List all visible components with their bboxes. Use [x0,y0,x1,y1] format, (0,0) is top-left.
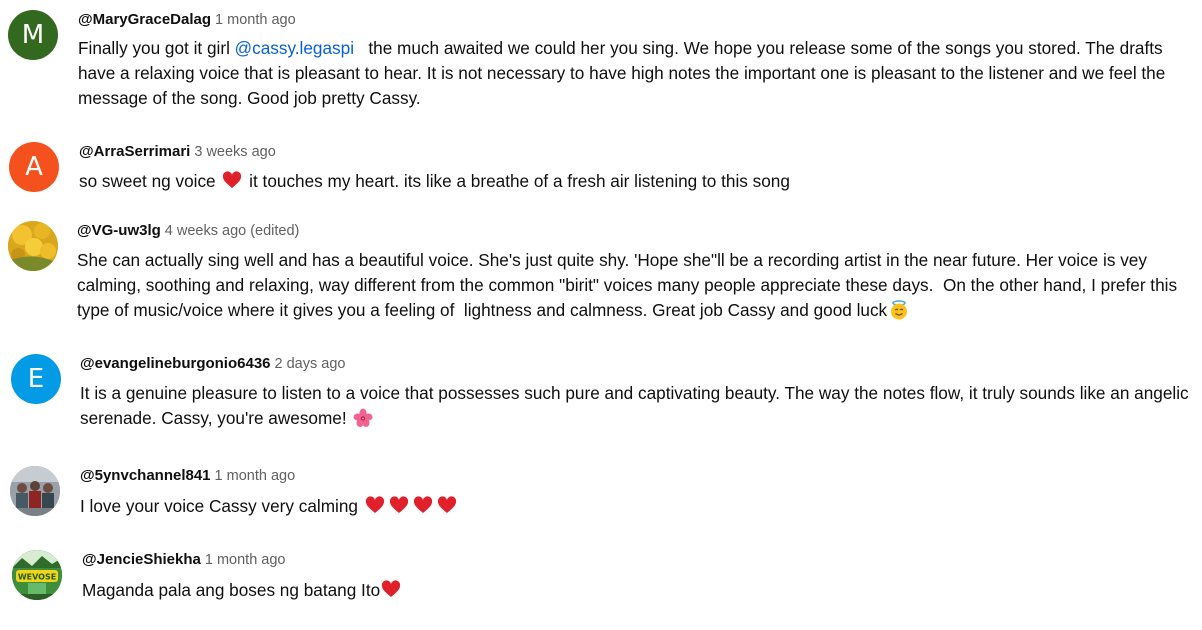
comment-timestamp[interactable]: 1 month ago [215,468,296,484]
comment-header: @evangelineburgonio6436 2 days ago [80,354,345,374]
channel-logo-avatar-icon[interactable]: WEVOSE [12,550,62,600]
comment-text-part: Maganda pala ang boses ng batang Ito [82,580,381,600]
avatar-letter: A [25,152,43,182]
author-name[interactable]: @JencieShiekha [82,551,201,568]
comment-text-part: I love your voice Cassy very calming [80,496,363,516]
comment-text-part: It is a genuine pleasure to listen to a … [80,383,1194,428]
author-name[interactable]: @5ynvchannel841 [80,467,211,484]
avatar-letter: E [27,364,45,394]
red-heart-icon [413,496,433,516]
author-name[interactable]: @evangelineburgonio6436 [80,355,271,372]
comment-header: @JencieShiekha 1 month ago [82,550,285,570]
author-name[interactable]: @ArraSerrimari [79,143,190,160]
avatar[interactable]: M [8,10,58,60]
red-heart-icon [381,580,401,600]
edited-label: (edited) [250,223,300,239]
comment-text-part: so sweet ng voice [79,171,221,191]
comment-text: Maganda pala ang boses ng batang Ito [82,578,1192,603]
comment-text-part: Finally you got it girl [78,38,235,58]
comment-header: @MaryGraceDalag 1 month ago [78,10,296,30]
author-name[interactable]: @VG-uw3lg [77,222,161,239]
red-heart-icon [365,496,385,516]
red-heart-icon [437,496,457,516]
comment-header: @ArraSerrimari 3 weeks ago [79,142,276,162]
comment-text: I love your voice Cassy very calming [80,494,1195,519]
mention-link[interactable]: @cassy.legaspi [235,38,354,58]
comment-header: @VG-uw3lg 4 weeks ago (edited) [77,221,299,241]
red-heart-icon [222,171,242,191]
group-photo-avatar-icon[interactable] [10,466,60,516]
author-name[interactable]: @MaryGraceDalag [78,11,211,28]
comment-text-part: it touches my heart. its like a breathe … [244,171,790,191]
hibiscus-icon [353,408,373,428]
avatar[interactable]: A [9,142,59,192]
comment-timestamp[interactable]: 4 weeks ago [165,223,246,239]
comment-timestamp[interactable]: 3 weeks ago [194,144,275,160]
avatar[interactable]: E [11,354,61,404]
avatar-letter: M [21,20,45,50]
smiling-face-with-halo-icon [889,300,909,320]
tulips-avatar-icon[interactable] [8,221,58,271]
comment-timestamp[interactable]: 2 days ago [275,356,346,372]
comment-timestamp[interactable]: 1 month ago [205,552,286,568]
comment-text: It is a genuine pleasure to listen to a … [80,381,1195,431]
red-heart-icon [389,496,409,516]
comment-header: @5ynvchannel841 1 month ago [80,466,295,486]
comment-text: so sweet ng voice it touches my heart. i… [79,169,1194,194]
comment-text-part: She can actually sing well and has a bea… [77,250,1182,320]
comment-timestamp[interactable]: 1 month ago [215,12,296,28]
comment-text: She can actually sing well and has a bea… [77,248,1192,323]
comment-text: Finally you got it girl @cassy.legaspi t… [78,36,1193,111]
channel-logo-text: WEVOSE [18,573,56,582]
